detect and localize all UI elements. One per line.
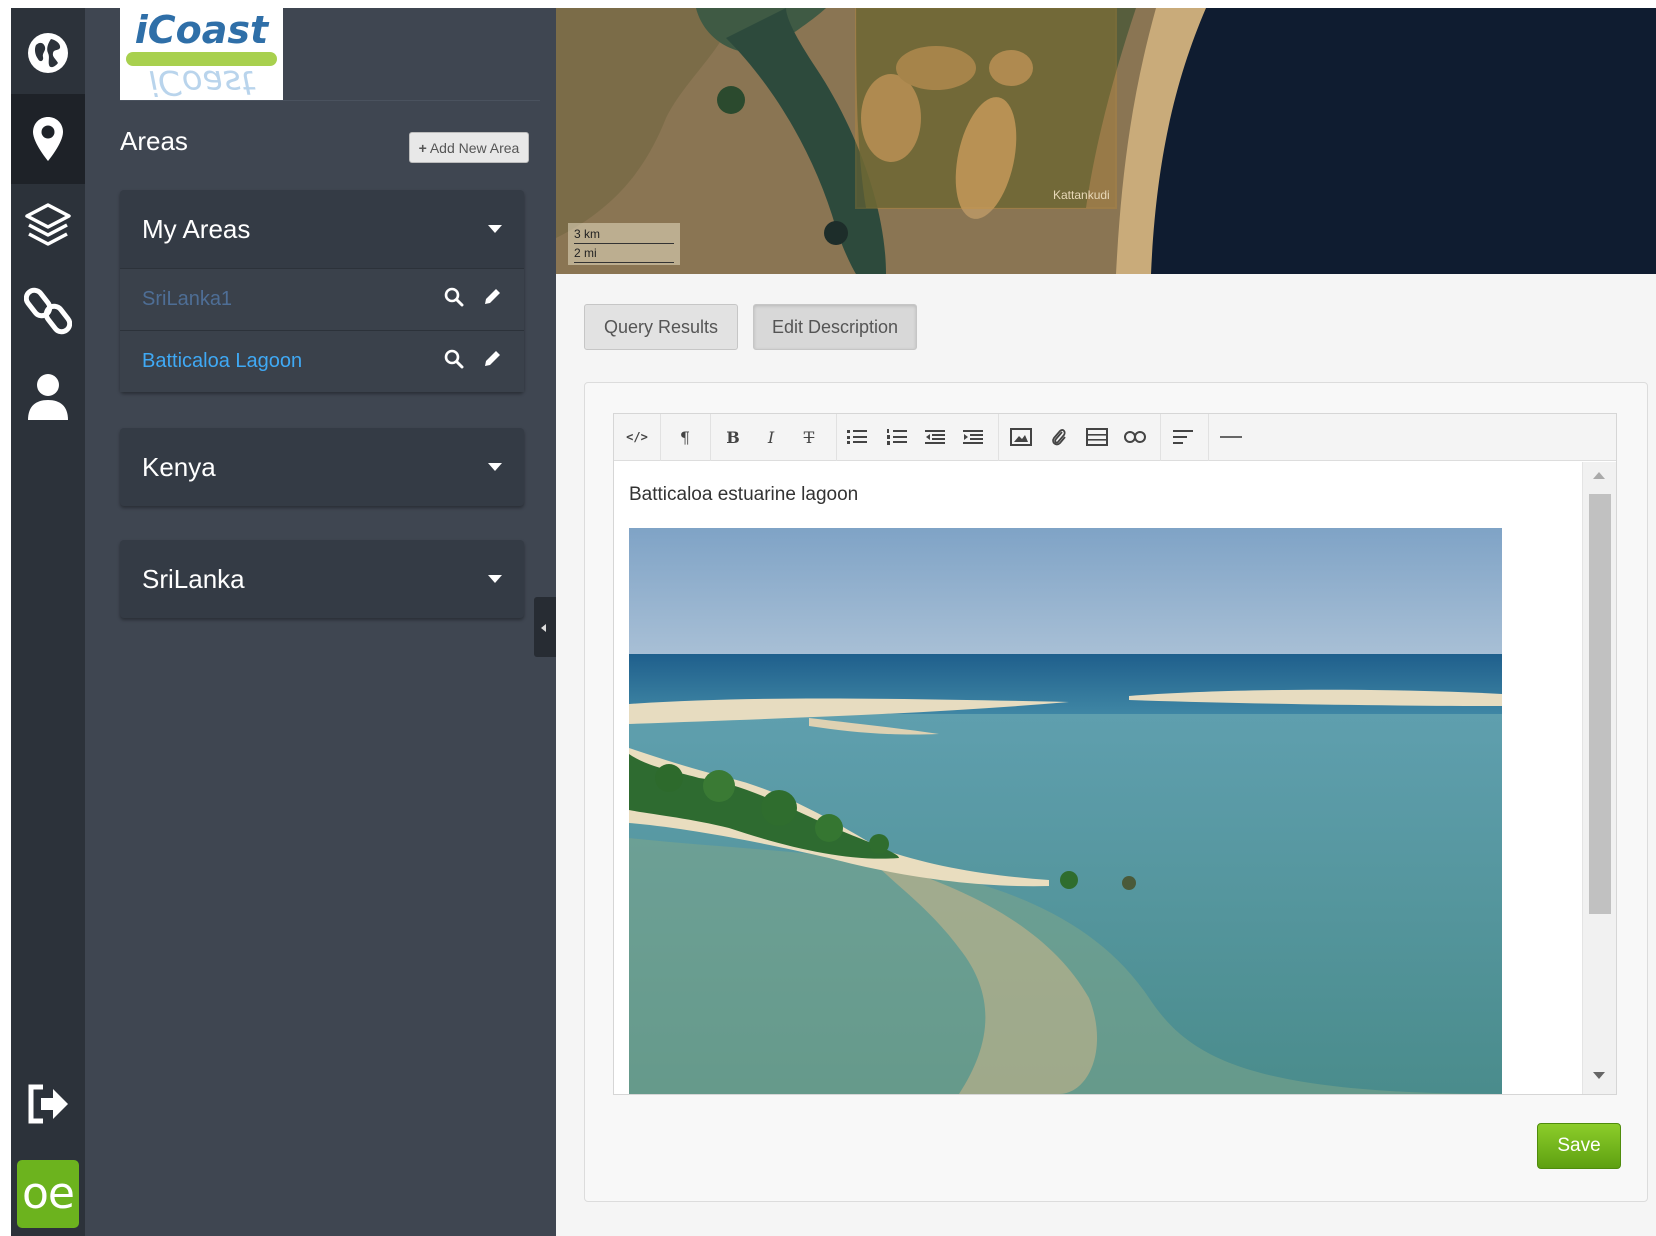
link-icon [1124,431,1146,443]
lagoon-photo[interactable] [629,528,1502,1094]
align-left-icon [1173,430,1193,444]
group-header-kenya[interactable]: Kenya [120,428,524,506]
tab-edit-description[interactable]: Edit Description [753,304,917,350]
image-icon [1010,428,1032,446]
caret-down-icon [488,463,502,471]
scale-km: 3 km [574,225,674,244]
pencil-icon[interactable] [482,349,502,374]
toolbar-divider [1208,414,1209,461]
logo-text: iCoast [134,8,269,52]
table-icon [1086,428,1108,446]
icoast-logo: iCoast iCoast [120,8,283,100]
indent-button[interactable] [958,422,988,452]
rail-item-user[interactable] [11,352,85,442]
divider [120,100,540,101]
horizontal-rule-icon [1220,436,1242,438]
group-my-areas: My Areas SriLanka1 Batticaloa Lagoon [120,190,524,392]
strikethrough-button[interactable]: T [794,422,824,452]
list-item: Batticaloa Lagoon [120,330,524,392]
scroll-up-arrow[interactable] [1593,472,1605,479]
area-link[interactable]: SriLanka1 [142,288,232,311]
search-icon[interactable] [444,349,464,374]
sign-out-icon [28,1084,68,1124]
editor-content-area[interactable]: Batticaloa estuarine lagoon [614,462,1582,1094]
group-kenya: Kenya [120,428,524,506]
map-scale-bar: 3 km 2 mi [568,223,680,265]
plus-icon: + [418,139,427,156]
group-title: Kenya [142,451,216,482]
html-source-button[interactable]: </> [622,422,652,452]
map-view[interactable]: 3 km 2 mi Kattankudi [556,8,1656,274]
pencil-icon[interactable] [482,287,502,312]
add-new-area-button[interactable]: + Add New Area [409,132,529,163]
toolbar-divider [998,414,999,461]
group-header-my-areas[interactable]: My Areas [120,190,524,268]
insert-link-button[interactable] [1120,422,1150,452]
indent-icon [963,430,983,444]
toolbar-divider [836,414,837,461]
oe-badge[interactable]: oe [17,1160,79,1228]
paperclip-icon [1052,429,1066,446]
numbered-list-icon [887,429,907,445]
toolbar-divider [660,414,661,461]
bold-button[interactable]: B [718,422,748,452]
app-window: oe iCoast iCoast Areas + Add New Area My… [0,0,1656,1236]
group-srilanka: SriLanka [120,540,524,618]
insert-image-button[interactable] [1006,422,1036,452]
alignment-button[interactable] [1168,422,1198,452]
embedded-image [629,528,1502,1094]
scale-mi: 2 mi [574,244,674,263]
rail-item-globe[interactable] [11,8,85,98]
caret-down-icon [488,225,502,233]
content-panel: Query Results Edit Description </> ¶ B I… [556,274,1656,1236]
ordered-list-button[interactable] [882,422,912,452]
user-icon [28,374,68,420]
unordered-list-button[interactable] [842,422,872,452]
caret-down-icon [488,575,502,583]
add-new-area-label: Add New Area [429,139,520,156]
rich-text-editor: </> ¶ B I T Batticaloa estuarine lagoon [613,413,1617,1095]
outdent-icon [925,430,945,444]
logo-reflection: iCoast [148,62,255,100]
list-item: SriLanka1 [120,268,524,330]
map-marker-icon [33,117,63,161]
outdent-button[interactable] [920,422,950,452]
group-title: SriLanka [142,563,245,594]
globe-icon [28,33,68,73]
toolbar-divider [710,414,711,461]
save-button[interactable]: Save [1537,1123,1621,1169]
paragraph-format-button[interactable]: ¶ [670,422,700,452]
italic-button[interactable]: I [756,422,786,452]
rail-item-areas[interactable] [11,94,85,184]
rail-item-layers[interactable] [11,180,85,270]
attach-file-button[interactable] [1044,422,1074,452]
description-text: Batticaloa estuarine lagoon [629,484,859,505]
icon-rail: oe [11,8,85,1236]
editor-toolbar: </> ¶ B I T [614,414,1616,461]
bulleted-list-icon [847,430,867,444]
group-header-srilanka[interactable]: SriLanka [120,540,524,618]
area-link[interactable]: Batticaloa Lagoon [142,350,302,373]
tab-query-results[interactable]: Query Results [584,304,738,350]
sidebar-collapse-handle[interactable] [534,597,556,657]
logout-button[interactable] [11,1064,85,1144]
editor-scrollbar[interactable] [1582,462,1616,1094]
layers-icon [25,203,71,246]
scroll-down-arrow[interactable] [1593,1072,1605,1079]
map-place-label: Kattankudi [1053,188,1110,202]
sidebar-title: Areas [120,126,188,156]
rail-item-links[interactable] [11,266,85,356]
search-icon[interactable] [444,287,464,312]
description-panel: </> ¶ B I T Batticaloa estuarine lagoon … [584,382,1648,1202]
horizontal-rule-button[interactable] [1216,422,1246,452]
areas-sidebar: iCoast iCoast Areas + Add New Area My Ar… [85,8,556,1236]
insert-table-button[interactable] [1082,422,1112,452]
satellite-map [556,8,1656,274]
toolbar-divider [1160,414,1161,461]
chain-link-icon [24,287,72,335]
group-title: My Areas [142,213,251,244]
scroll-thumb[interactable] [1589,494,1611,914]
